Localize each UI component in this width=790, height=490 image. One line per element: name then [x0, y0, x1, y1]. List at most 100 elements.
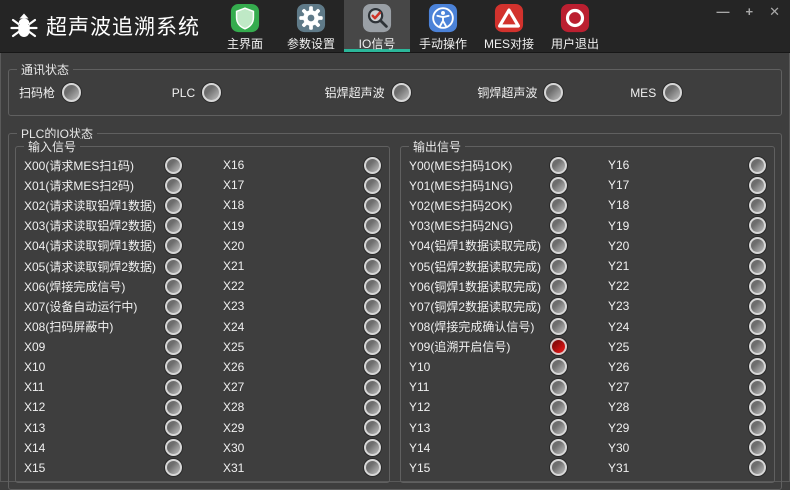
- toolbar-button-label: 手动操作: [419, 35, 467, 52]
- signal-row: Y29: [608, 417, 766, 437]
- signal-label: Y26: [608, 360, 629, 374]
- signal-row: X30: [223, 438, 381, 458]
- signal-label: X21: [223, 259, 244, 273]
- signal-row: X13: [24, 417, 182, 437]
- signal-indicator: [165, 358, 182, 375]
- signal-row: X04(请求读取铜焊1数据): [24, 236, 182, 256]
- power-ring-icon: [560, 3, 590, 33]
- signal-row: X20: [223, 236, 381, 256]
- toolbar-button-mes-dock[interactable]: MES对接: [476, 0, 542, 52]
- signal-label: Y00(MES扫码1OK): [409, 157, 512, 174]
- signal-row: Y13: [409, 417, 567, 437]
- signal-row: Y03(MES扫码2NG): [409, 216, 567, 236]
- signal-indicator: [364, 157, 381, 174]
- toolbar-button-label: 用户退出: [551, 35, 599, 52]
- comm-status-item: 铜焊超声波: [471, 83, 624, 102]
- signal-label: Y02(MES扫码2OK): [409, 197, 512, 214]
- signal-indicator: [749, 157, 766, 174]
- signal-label: X05(请求读取铜焊2数据): [24, 258, 156, 275]
- signal-row: Y14: [409, 438, 567, 458]
- toolbar-button-param-settings[interactable]: 参数设置: [278, 0, 344, 52]
- signal-label: X26: [223, 360, 244, 374]
- signal-row: Y28: [608, 397, 766, 417]
- signal-label: X13: [24, 421, 45, 435]
- signal-row: X16: [223, 155, 381, 175]
- close-button[interactable]: ✕: [769, 5, 780, 19]
- signal-label: X17: [223, 178, 244, 192]
- signal-indicator: [550, 439, 567, 456]
- signal-row: Y04(铝焊1数据读取完成): [409, 236, 567, 256]
- toolbar-button-label: IO信号: [359, 35, 396, 52]
- signal-indicator: [550, 419, 567, 436]
- signal-row: X15: [24, 458, 182, 478]
- signal-indicator: [165, 399, 182, 416]
- signal-row: Y23: [608, 296, 766, 316]
- signal-indicator: [749, 459, 766, 476]
- toolbar-button-manual-operation[interactable]: 手动操作: [410, 0, 476, 52]
- main-content: 通讯状态 扫码枪PLC铝焊超声波铜焊超声波MES PLC的IO状态 输入信号 X…: [0, 53, 790, 490]
- signal-label: X16: [223, 158, 244, 172]
- toolbar-button-user-exit[interactable]: 用户退出: [542, 0, 608, 52]
- signal-label: X12: [24, 400, 45, 414]
- signal-row: Y02(MES扫码2OK): [409, 195, 567, 215]
- signal-row: X18: [223, 195, 381, 215]
- maximize-button[interactable]: +: [746, 5, 754, 19]
- signal-row: X17: [223, 175, 381, 195]
- signal-indicator: [550, 399, 567, 416]
- signal-label: X18: [223, 198, 244, 212]
- signal-row: Y06(铜焊1数据读取完成): [409, 276, 567, 296]
- signal-row: X12: [24, 397, 182, 417]
- signal-row: X14: [24, 438, 182, 458]
- app-title: 超声波追溯系统: [46, 11, 200, 41]
- signal-indicator: [544, 83, 563, 102]
- signal-label: X20: [223, 239, 244, 253]
- signal-indicator: [749, 258, 766, 275]
- signal-indicator: [749, 298, 766, 315]
- signal-indicator: [165, 157, 182, 174]
- signal-indicator: [165, 379, 182, 396]
- signal-label: X03(请求读取铝焊2数据): [24, 217, 156, 234]
- signal-row: X26: [223, 357, 381, 377]
- signal-row: X27: [223, 377, 381, 397]
- signal-label: Y04(铝焊1数据读取完成): [409, 237, 541, 254]
- signal-label: X30: [223, 441, 244, 455]
- signal-indicator: [165, 258, 182, 275]
- signal-label: Y13: [409, 421, 430, 435]
- signal-label: X08(扫码屏蔽中): [24, 318, 113, 335]
- signal-indicator: [364, 177, 381, 194]
- comm-status-title: 通讯状态: [17, 61, 73, 78]
- minimize-button[interactable]: —: [717, 5, 730, 19]
- signal-label: Y21: [608, 259, 629, 273]
- signal-indicator: [364, 258, 381, 275]
- signal-indicator: [165, 298, 182, 315]
- signal-label: X29: [223, 421, 244, 435]
- signal-indicator: [550, 237, 567, 254]
- signal-label: Y15: [409, 461, 430, 475]
- signal-row: X01(请求MES扫2码): [24, 175, 182, 195]
- signal-label: Y23: [608, 299, 629, 313]
- signal-row: X10: [24, 357, 182, 377]
- signal-row: X03(请求读取铝焊2数据): [24, 216, 182, 236]
- signal-indicator: [364, 439, 381, 456]
- toolbar-button-io-signal[interactable]: IO信号: [344, 0, 410, 52]
- signal-row: X29: [223, 417, 381, 437]
- signal-row: X07(设备自动运行中): [24, 296, 182, 316]
- signal-row: Y18: [608, 195, 766, 215]
- signal-label: Y27: [608, 380, 629, 394]
- signal-indicator: [749, 278, 766, 295]
- signal-indicator: [165, 318, 182, 335]
- toolbar-button-main-screen[interactable]: 主界面: [212, 0, 278, 52]
- toolbar: 主界面参数设置 IO信号 手动操作 MES对接用户退出: [212, 0, 608, 52]
- app-logo-bug-icon: [8, 10, 40, 42]
- signal-label: X09: [24, 340, 45, 354]
- signal-label: Y05(铝焊2数据读取完成): [409, 258, 541, 275]
- signal-row: X09: [24, 337, 182, 357]
- signal-label: Y12: [409, 400, 430, 414]
- signal-indicator: [202, 83, 221, 102]
- input-signals-group: 输入信号 X00(请求MES扫1码)X01(请求MES扫2码)X02(请求读取铝…: [15, 146, 390, 483]
- signal-row: Y25: [608, 337, 766, 357]
- signal-label: X27: [223, 380, 244, 394]
- signal-indicator: [749, 338, 766, 355]
- signal-row: X11: [24, 377, 182, 397]
- signal-label: X14: [24, 441, 45, 455]
